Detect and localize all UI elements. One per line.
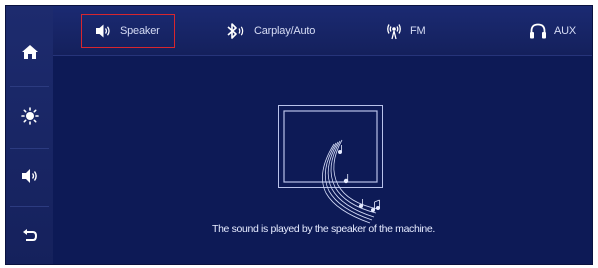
tab-speaker-content[interactable]: Speaker	[95, 6, 160, 56]
sidebar	[6, 6, 53, 264]
back-icon	[22, 229, 37, 241]
sidebar-home-button[interactable]	[6, 26, 53, 78]
tab-carplay-auto-label: Carplay/Auto	[254, 25, 316, 37]
tab-fm[interactable]: FM	[385, 6, 426, 56]
home-icon	[21, 45, 38, 59]
app-window: Speaker Carplay/Auto FM AUX The sound is…	[5, 5, 593, 265]
sidebar-divider	[10, 86, 49, 87]
tab-carplay-auto[interactable]: Carplay/Auto	[225, 6, 315, 56]
tab-speaker-label: Speaker	[120, 25, 160, 37]
volume-icon	[21, 169, 37, 183]
sidebar-brightness-button[interactable]	[6, 90, 53, 142]
tab-aux-label: AUX	[554, 25, 577, 37]
radio-icon	[387, 24, 401, 40]
speaker-description: The sound is played by the speaker of th…	[212, 223, 435, 235]
sidebar-volume-button[interactable]	[6, 150, 53, 202]
sidebar-divider	[10, 148, 49, 149]
sidebar-back-button[interactable]	[6, 209, 53, 261]
headphones-icon	[530, 23, 546, 39]
source-tab-bar: Speaker Carplay/Auto FM AUX	[53, 6, 592, 56]
screen-music-illustration	[278, 105, 383, 224]
bluetooth-icon	[227, 23, 244, 39]
speaker-icon	[96, 24, 110, 38]
tab-aux[interactable]: AUX	[529, 6, 576, 56]
tab-fm-label: FM	[410, 25, 426, 37]
sidebar-divider	[10, 206, 49, 207]
brightness-icon	[20, 107, 39, 125]
speaker-illustration	[278, 105, 398, 230]
